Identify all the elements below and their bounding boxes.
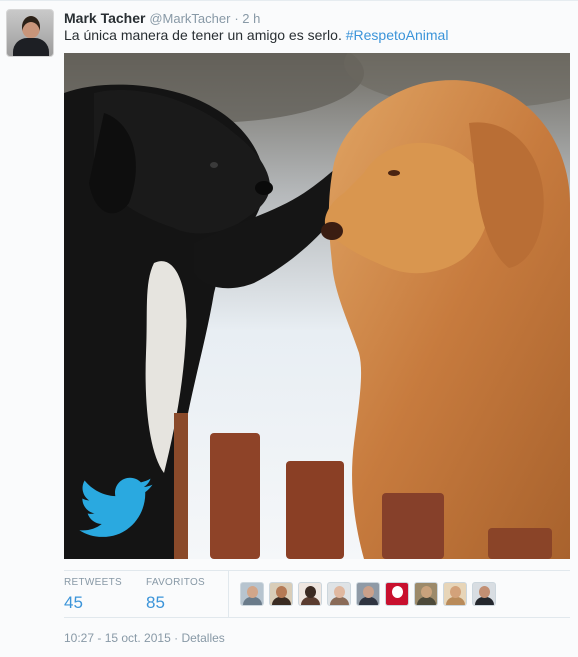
- favoriter-avatar-body: [243, 597, 262, 605]
- tweet-timestamp[interactable]: 10:27 - 15 oct. 2015: [64, 631, 171, 645]
- favoriter-avatar-body: [388, 597, 407, 605]
- favoriter-avatar-body: [272, 597, 291, 605]
- tweet-stats: RETWEETS 45 FAVORITOS 85: [64, 570, 570, 618]
- favoriter-avatar-body: [330, 597, 349, 605]
- tweet-header: Mark Tacher @MarkTacher · 2 h: [64, 9, 260, 27]
- stats-divider: [228, 571, 229, 618]
- favorites-count[interactable]: 85: [146, 592, 205, 614]
- tweet-photo[interactable]: [64, 53, 570, 559]
- favoriter-avatar-head: [450, 586, 461, 598]
- favoriter-avatar-body: [446, 597, 465, 605]
- favoriter-avatar-head: [479, 586, 490, 598]
- tweet-footer: 10:27 - 15 oct. 2015 · Detalles: [64, 631, 225, 645]
- tweet-text: La única manera de tener un amigo es ser…: [64, 26, 570, 44]
- favoriter-avatar[interactable]: [240, 582, 264, 606]
- avatar-head: [22, 16, 40, 38]
- favoriter-avatar[interactable]: [298, 582, 322, 606]
- details-link[interactable]: Detalles: [181, 631, 224, 645]
- favoriter-avatar-head: [247, 586, 258, 598]
- favoriter-avatar-body: [475, 597, 494, 605]
- retweets-stat[interactable]: RETWEETS 45: [64, 577, 122, 614]
- favoriter-avatar[interactable]: [414, 582, 438, 606]
- retweets-label: RETWEETS: [64, 577, 122, 588]
- favoriter-avatar[interactable]: [356, 582, 380, 606]
- favoriter-avatar[interactable]: [443, 582, 467, 606]
- tweet-time[interactable]: · 2 h: [234, 11, 260, 26]
- favoriter-avatar-body: [359, 597, 378, 605]
- favoriter-avatar-head: [334, 586, 345, 598]
- hashtag-link[interactable]: #RespetoAnimal: [346, 27, 449, 43]
- avatar-body: [13, 38, 49, 56]
- dogs-photo-illustration: [64, 53, 570, 559]
- footer-separator: ·: [174, 631, 179, 645]
- tweet-text-body: La única manera de tener un amigo es ser…: [64, 27, 346, 43]
- author-name[interactable]: Mark Tacher: [64, 10, 145, 26]
- favoriter-avatar[interactable]: [472, 582, 496, 606]
- retweets-count[interactable]: 45: [64, 592, 122, 614]
- author-handle[interactable]: @MarkTacher: [149, 11, 230, 26]
- favoriter-avatar-body: [301, 597, 320, 605]
- tweet-card: Mark Tacher @MarkTacher · 2 h La única m…: [0, 0, 578, 657]
- favoriter-avatar[interactable]: [327, 582, 351, 606]
- favoriter-avatar-body: [417, 597, 436, 605]
- favoriter-avatar-head: [276, 586, 287, 598]
- favoriter-avatar-head: [392, 586, 403, 598]
- author-avatar[interactable]: [6, 9, 54, 57]
- favoriter-avatar-head: [421, 586, 432, 598]
- favorites-label: FAVORITOS: [146, 577, 206, 588]
- favorites-stat[interactable]: FAVORITOS 85: [146, 577, 205, 614]
- favoriter-avatar-head: [363, 586, 374, 598]
- favoriter-avatar-head: [305, 586, 316, 598]
- favoriter-avatar[interactable]: [385, 582, 409, 606]
- favoriter-avatar[interactable]: [269, 582, 293, 606]
